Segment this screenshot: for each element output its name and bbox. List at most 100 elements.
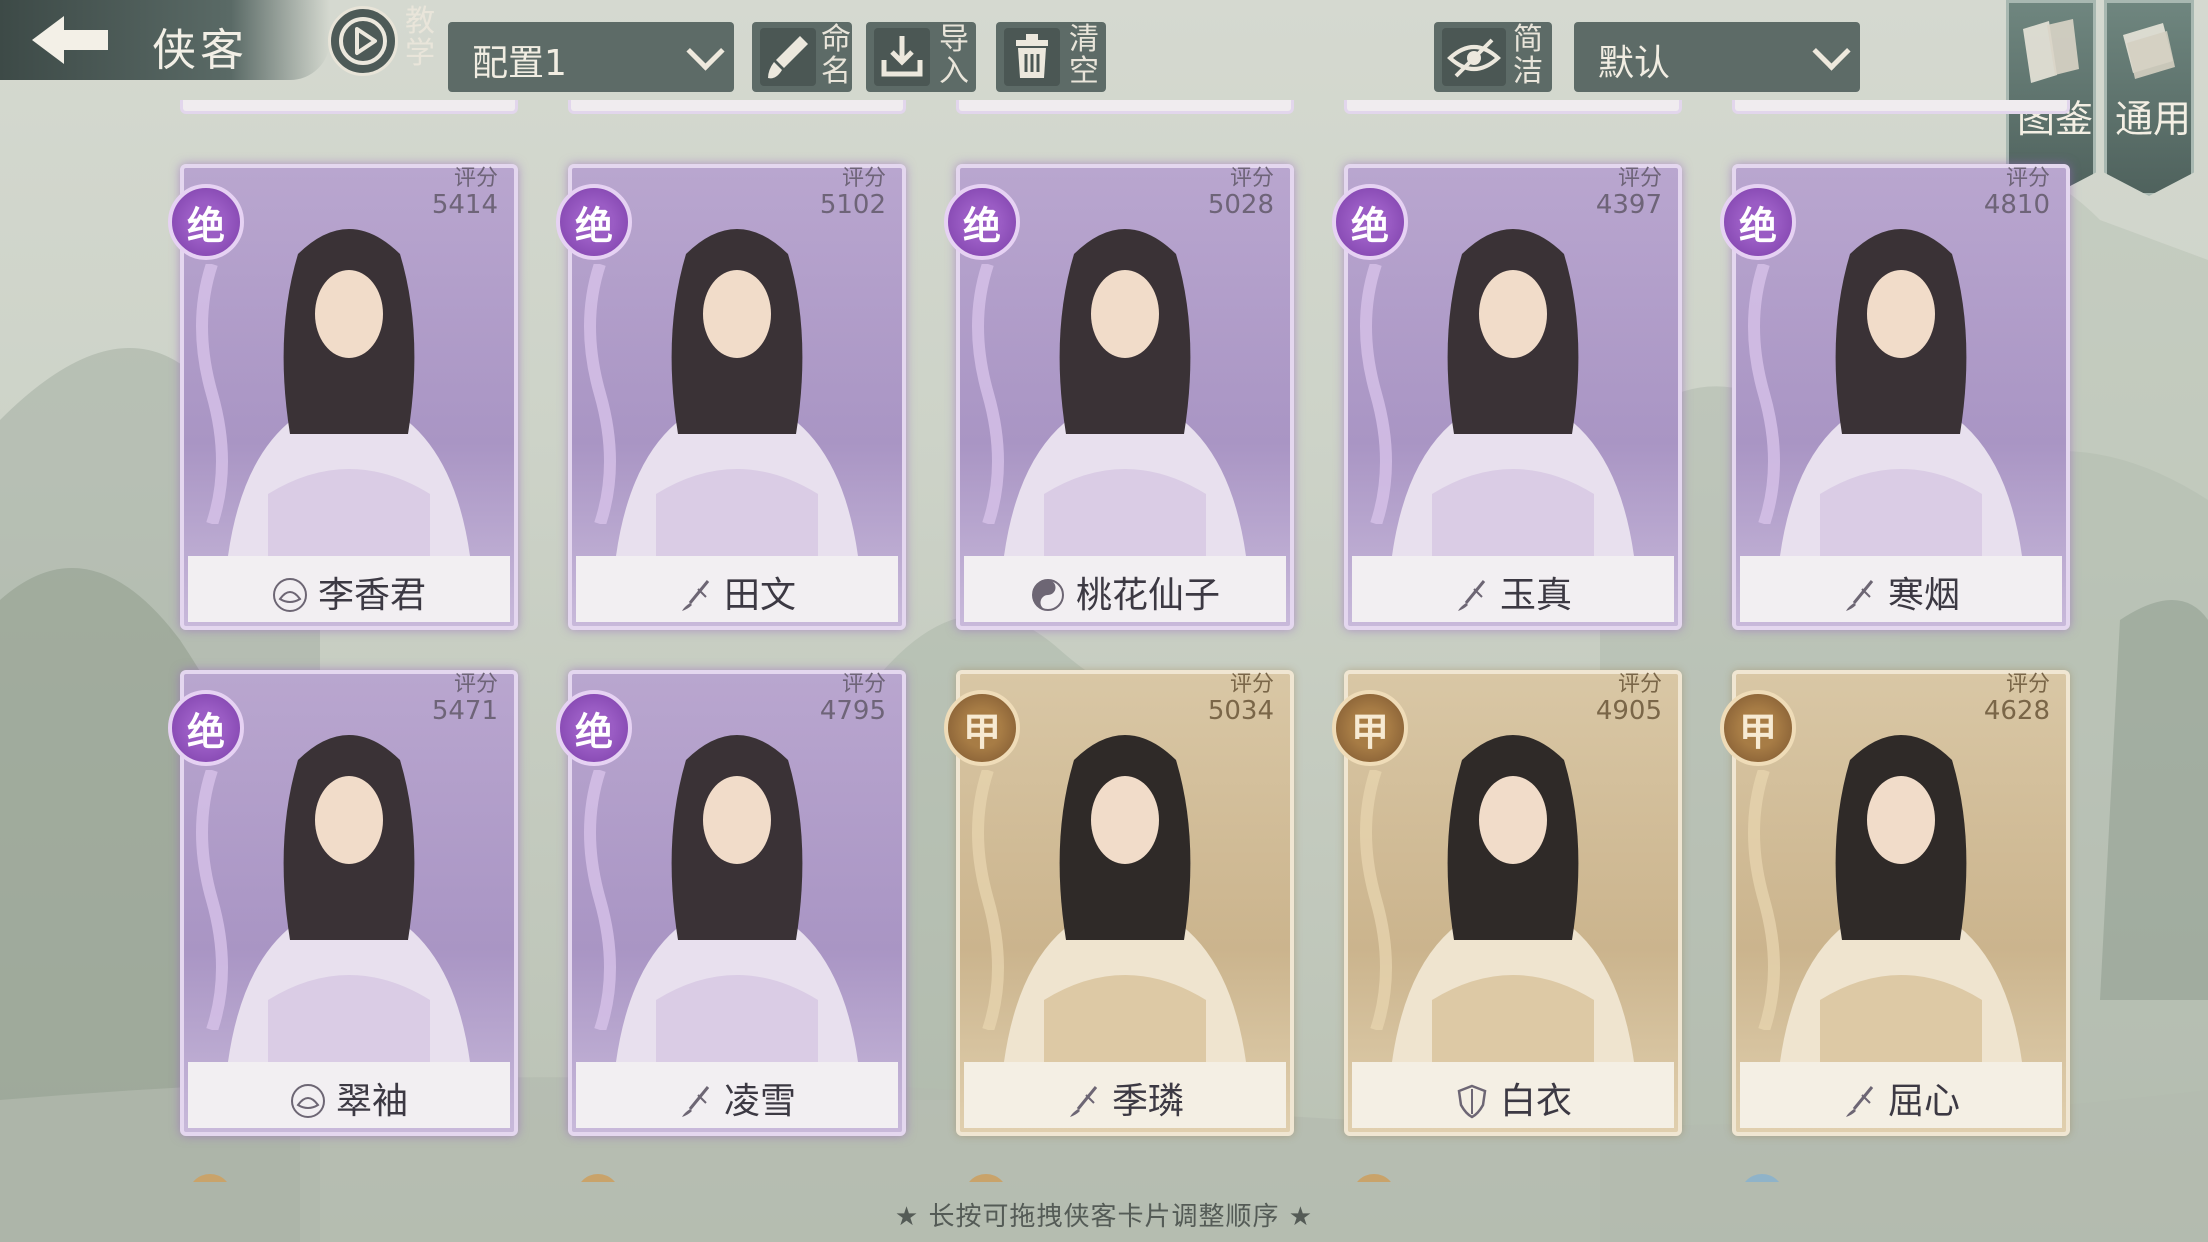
hero-card[interactable]: 甲 评分 4905 白衣 xyxy=(1332,670,1682,1136)
name-bar: 桃花仙子 xyxy=(964,556,1286,622)
score-value: 5028 xyxy=(1207,190,1274,220)
score-value: 5034 xyxy=(1207,696,1274,726)
partial-card-bottom[interactable] xyxy=(1732,1170,2070,1182)
card-ribbon xyxy=(196,770,228,1030)
import-label: 导入 xyxy=(939,22,969,89)
name-bar: 寒烟 xyxy=(1740,556,2062,622)
name-bar: 白衣 xyxy=(1352,1062,1674,1128)
partial-card-bottom[interactable] xyxy=(180,1170,518,1182)
hero-portrait xyxy=(228,735,470,1062)
book-icon xyxy=(2023,19,2079,83)
grade-badge: 甲 xyxy=(1720,690,1796,766)
card-stack-icon xyxy=(2123,23,2175,79)
hero-name: 李香君 xyxy=(317,575,426,616)
clear-button[interactable]: 清空 xyxy=(996,22,1106,92)
hero-card[interactable]: 绝 评分 5471 翠袖 xyxy=(168,670,518,1136)
hero-card[interactable]: 甲 评分 5034 季璘 xyxy=(944,670,1294,1136)
hero-portrait xyxy=(616,735,858,1062)
import-button[interactable]: 导入 xyxy=(866,22,976,92)
hero-card[interactable]: 甲 评分 4628 屈心 xyxy=(1720,670,2070,1136)
score-value: 5102 xyxy=(819,190,886,220)
score-label: 评分 xyxy=(453,166,498,191)
score-label: 评分 xyxy=(1617,672,1662,697)
brush-icon xyxy=(1454,577,1490,613)
page-title: 侠客 xyxy=(152,25,248,76)
grade-label: 绝 xyxy=(574,709,613,754)
partial-card-top[interactable] xyxy=(1732,100,2070,114)
lotus-icon xyxy=(290,1083,326,1119)
partial-card-bottom[interactable] xyxy=(1344,1170,1682,1182)
lotus-icon xyxy=(272,577,308,613)
grade-badge: 绝 xyxy=(168,690,244,766)
hero-card[interactable]: 绝 评分 4397 玉真 xyxy=(1332,164,1682,630)
partial-card-bottom[interactable] xyxy=(956,1170,1294,1182)
name-bar: 屈心 xyxy=(1740,1062,2062,1128)
partial-card-bottom[interactable] xyxy=(568,1170,906,1182)
config-dropdown[interactable]: 配置1 xyxy=(448,22,734,92)
grade-label: 绝 xyxy=(1350,203,1389,248)
name-bar: 凌雪 xyxy=(576,1062,898,1128)
score-label: 评分 xyxy=(841,672,886,697)
hero-card[interactable]: 绝 评分 5414 李香君 xyxy=(168,164,518,630)
score-value: 4397 xyxy=(1595,190,1662,220)
back-arrow-icon xyxy=(32,16,108,64)
hero-card[interactable]: 绝 评分 4795 凌雪 xyxy=(556,670,906,1136)
yinyang-icon xyxy=(1030,577,1066,613)
card-grid: 绝评分 5414 李香君绝评分 5102 田文绝评分 5028 桃花仙子绝评分 4397 玉真绝… xyxy=(160,100,2100,1182)
eye-hidden-icon xyxy=(1442,28,1506,86)
grade-badge: 甲 xyxy=(944,690,1020,766)
score-label: 评分 xyxy=(2005,166,2050,191)
grade-badge: 甲 xyxy=(1332,690,1408,766)
hero-card[interactable]: 绝 评分 5102 田文 xyxy=(556,164,906,630)
partial-card-top[interactable] xyxy=(568,100,906,114)
tutorial-button[interactable]: 教学 xyxy=(326,2,446,78)
back-button[interactable]: 侠客 xyxy=(0,0,330,80)
hero-portrait xyxy=(1004,735,1246,1062)
rename-button[interactable]: 命名 xyxy=(752,22,852,92)
download-icon xyxy=(874,28,930,86)
brush-icon xyxy=(760,28,816,86)
hero-card[interactable]: 绝 评分 5028 桃花仙子 xyxy=(944,164,1294,630)
card-ribbon xyxy=(1748,264,1780,524)
hero-portrait xyxy=(228,229,470,556)
name-bar: 田文 xyxy=(576,556,898,622)
card-ribbon xyxy=(584,264,616,524)
card-ribbon xyxy=(972,264,1004,524)
hero-portrait xyxy=(1004,229,1246,556)
name-bar: 玉真 xyxy=(1352,556,1674,622)
grade-badge: 绝 xyxy=(944,184,1020,260)
grade-label: 甲 xyxy=(1350,709,1389,754)
general-tab[interactable]: 通用 xyxy=(2104,0,2194,196)
grade-label: 绝 xyxy=(1738,203,1777,248)
hero-portrait xyxy=(1780,735,2022,1062)
sort-dropdown[interactable]: 默认 xyxy=(1574,22,1860,92)
hero-name: 玉真 xyxy=(1499,575,1572,616)
grade-badge: 绝 xyxy=(556,184,632,260)
config-value: 配置1 xyxy=(472,43,567,84)
general-label: 通用 xyxy=(2115,97,2192,141)
simple-mode-button[interactable]: 简洁 xyxy=(1434,22,1552,92)
name-bar: 季璘 xyxy=(964,1062,1286,1128)
hero-card[interactable]: 绝 评分 4810 寒烟 xyxy=(1720,164,2070,630)
partial-card-top[interactable] xyxy=(180,100,518,114)
score-label: 评分 xyxy=(2005,672,2050,697)
score-value: 4905 xyxy=(1595,696,1662,726)
score-label: 评分 xyxy=(841,166,886,191)
partial-card-top[interactable] xyxy=(1344,100,1682,114)
hero-name: 寒烟 xyxy=(1887,575,1960,616)
rename-label: 命名 xyxy=(821,22,851,89)
hero-name: 季璘 xyxy=(1111,1081,1184,1122)
grade-label: 绝 xyxy=(186,203,225,248)
brush-icon xyxy=(1842,577,1878,613)
simple-label: 简洁 xyxy=(1513,22,1543,89)
hero-name: 桃花仙子 xyxy=(1075,575,1220,616)
grade-label: 甲 xyxy=(1738,709,1777,754)
chevron-down-icon xyxy=(686,32,725,71)
score-value: 4810 xyxy=(1983,190,2050,220)
grade-label: 绝 xyxy=(574,203,613,248)
score-value: 5414 xyxy=(431,190,498,220)
grade-label: 绝 xyxy=(186,709,225,754)
grade-label: 甲 xyxy=(962,709,1001,754)
partial-card-top[interactable] xyxy=(956,100,1294,114)
hero-name: 凌雪 xyxy=(723,1081,796,1122)
